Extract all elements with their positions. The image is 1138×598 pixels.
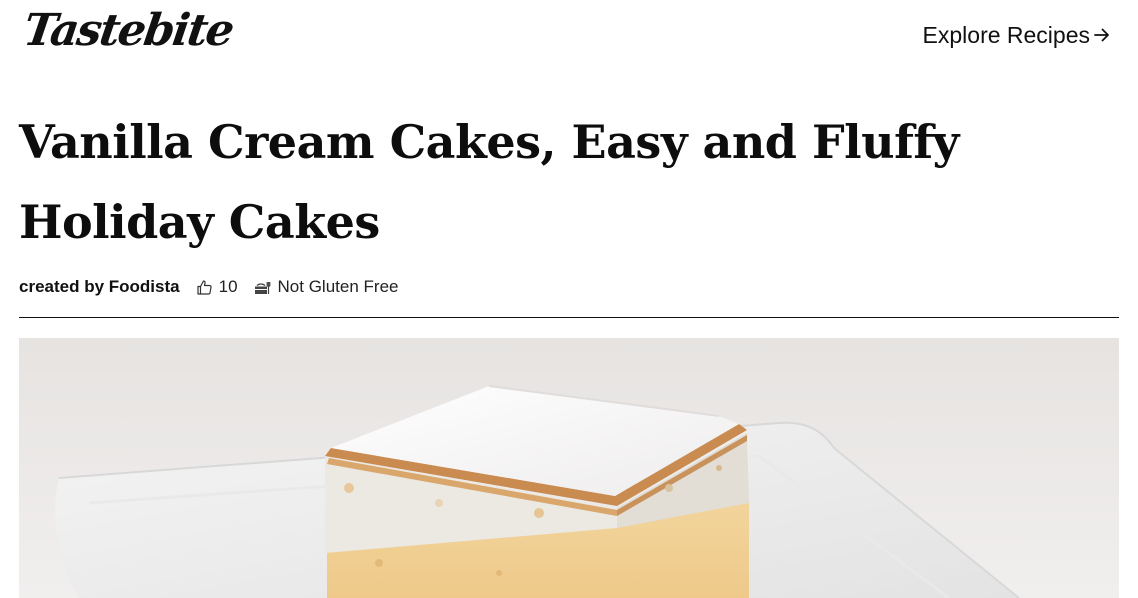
recipe-title: Vanilla Cream Cakes, Easy and Fluffy Hol…: [19, 115, 959, 249]
diet-label: Not Gluten Free: [277, 277, 399, 296]
site-header: Tastebite Explore Recipes: [0, 0, 1138, 70]
likes-button[interactable]: 10: [196, 277, 238, 297]
arrow-right-icon: [1094, 28, 1109, 42]
thumbs-up-icon: [197, 279, 212, 295]
cake-photo: [19, 338, 1119, 598]
likes-count: 10: [218, 277, 238, 296]
recipe-meta: created by Foodista 10 Not Gluten Free: [19, 274, 398, 300]
recipe-hero-image: [19, 338, 1119, 598]
site-logo[interactable]: Tastebite: [20, 0, 237, 62]
explore-recipes-link[interactable]: Explore Recipes: [923, 20, 1111, 50]
diet-badge: Not Gluten Free: [254, 277, 399, 297]
section-divider: [19, 317, 1119, 318]
explore-recipes-label: Explore Recipes: [922, 22, 1090, 48]
recipe-author[interactable]: created by Foodista: [19, 277, 180, 297]
food-icon: [254, 281, 270, 294]
